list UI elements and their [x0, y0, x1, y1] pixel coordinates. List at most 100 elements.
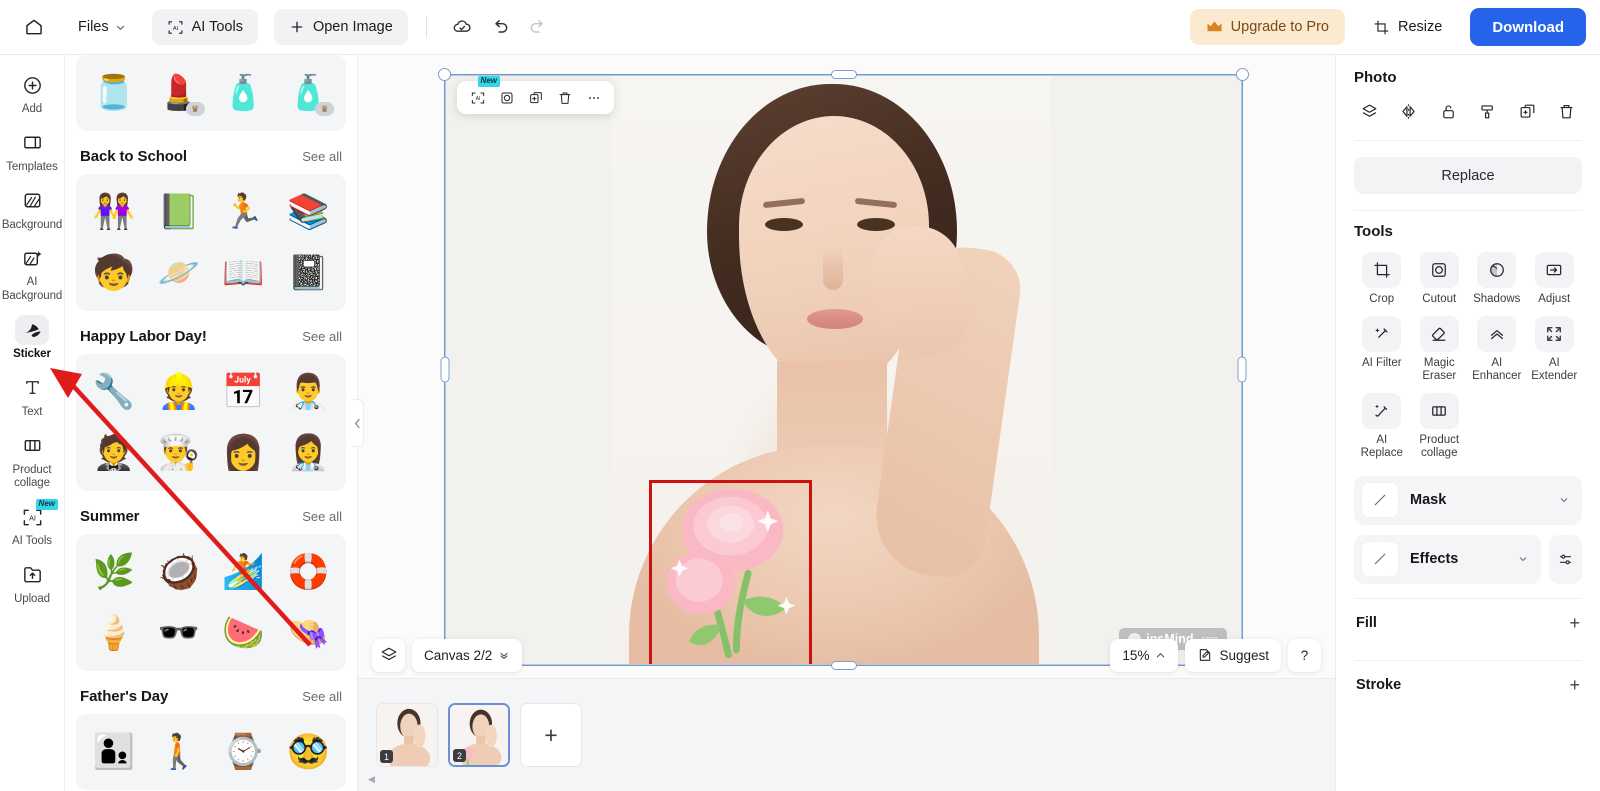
- see-all-link[interactable]: See all: [302, 149, 342, 164]
- replace-button[interactable]: Replace: [1354, 157, 1582, 194]
- see-all-link[interactable]: See all: [302, 509, 342, 524]
- sticker-item[interactable]: 🔧: [83, 363, 145, 421]
- open-image-button[interactable]: Open Image: [273, 9, 408, 45]
- effects-accordion[interactable]: Effects: [1354, 534, 1541, 584]
- tool-product-collage[interactable]: Product collage: [1412, 392, 1468, 466]
- sticker-item[interactable]: 🥥: [148, 543, 210, 601]
- rail-item-sticker[interactable]: Sticker: [2, 310, 62, 366]
- files-menu-button[interactable]: Files: [66, 10, 136, 44]
- sticker-item[interactable]: 🧴 ♛: [277, 64, 339, 122]
- zoom-control[interactable]: 15%: [1110, 638, 1179, 672]
- tool-crop[interactable]: Crop: [1354, 252, 1410, 312]
- rail-item-upload[interactable]: Upload: [2, 555, 62, 611]
- rose-sticker-highlight[interactable]: [649, 480, 812, 664]
- ai-tools-button[interactable]: AI AI Tools: [151, 9, 258, 45]
- sticker-item[interactable]: 🧴: [213, 64, 275, 122]
- sticker-category-title: Happy Labor Day!: [80, 328, 207, 345]
- download-button[interactable]: Download: [1470, 8, 1586, 46]
- sticker-glyph: 🛟: [286, 553, 330, 591]
- page-thumbnail[interactable]: 1: [376, 703, 438, 767]
- rail-item-text[interactable]: Text: [2, 368, 62, 424]
- sticker-item[interactable]: ⌚: [213, 723, 275, 781]
- duplicate-action-button[interactable]: [1512, 96, 1542, 126]
- fill-add-button[interactable]: +: [1569, 614, 1580, 632]
- sticker-item[interactable]: 👨‍⚕️: [277, 363, 339, 421]
- sticker-item[interactable]: 🍦: [83, 604, 145, 662]
- see-all-link[interactable]: See all: [302, 689, 342, 704]
- page-thumbnail[interactable]: 2: [448, 703, 510, 767]
- layers-action-button[interactable]: [1354, 96, 1384, 126]
- sticker-item[interactable]: 📅: [213, 363, 275, 421]
- canvas-page-selector[interactable]: Canvas 2/2: [412, 638, 523, 672]
- sticker-item[interactable]: 👨‍🍳: [148, 424, 210, 482]
- canvas-sheet[interactable]: insMind .com: [445, 75, 1242, 665]
- float-toolbar-more[interactable]: [580, 85, 607, 110]
- sticker-item[interactable]: 🧒: [83, 244, 145, 302]
- sticker-item[interactable]: 📚: [277, 183, 339, 241]
- sticker-item[interactable]: 🕶️: [148, 604, 210, 662]
- home-button[interactable]: [16, 9, 52, 45]
- resize-button[interactable]: Resize: [1359, 9, 1456, 45]
- stroke-add-button[interactable]: +: [1569, 676, 1580, 694]
- rail-item-ai-background[interactable]: AI Background: [2, 238, 62, 308]
- sticker-panel-scroll[interactable]: 🫙 💄 ♛ 🧴 🧴 ♛ Back to School See all 👭 📗 🏃 📚 🧒 🪐 📖 📓 Happy…: [65, 55, 357, 791]
- save-status-button[interactable]: [445, 10, 479, 44]
- sticker-item[interactable]: 🥸: [277, 723, 339, 781]
- tool-magic-eraser[interactable]: Magic Eraser: [1412, 315, 1468, 389]
- sticker-item[interactable]: 👭: [83, 183, 145, 241]
- mask-accordion[interactable]: Mask: [1354, 475, 1582, 525]
- sticker-item[interactable]: 📖: [213, 244, 275, 302]
- sticker-item[interactable]: 🏄: [213, 543, 275, 601]
- adjust-icon: [1546, 264, 1562, 276]
- sticker-item[interactable]: 📓: [277, 244, 339, 302]
- float-toolbar-duplicate[interactable]: [522, 85, 549, 110]
- sticker-item[interactable]: 🏃: [213, 183, 275, 241]
- sticker-item[interactable]: 👨‍👦: [83, 723, 145, 781]
- sticker-item[interactable]: 🤵: [83, 424, 145, 482]
- sticker-item[interactable]: 🫙: [83, 64, 145, 122]
- sticker-item[interactable]: 🍉: [213, 604, 275, 662]
- paint-action-button[interactable]: [1473, 96, 1503, 126]
- crown-icon: [1207, 21, 1222, 32]
- sticker-item[interactable]: 💄 ♛: [148, 64, 210, 122]
- flip-action-button[interactable]: [1394, 96, 1424, 126]
- rail-item-templates[interactable]: Templates: [2, 123, 62, 179]
- sticker-item[interactable]: 👩‍⚕️: [277, 424, 339, 482]
- float-toolbar-trash[interactable]: [551, 85, 578, 110]
- sticker-item[interactable]: 👷: [148, 363, 210, 421]
- panel-collapse-button[interactable]: [351, 399, 364, 447]
- tool-shadows[interactable]: Shadows: [1469, 252, 1525, 312]
- help-button[interactable]: ?: [1288, 638, 1321, 672]
- undo-button[interactable]: [483, 10, 517, 44]
- float-toolbar-ai-scan[interactable]: AI New: [464, 76, 500, 110]
- float-toolbar-cutout[interactable]: [493, 85, 520, 110]
- rail-item-product-collage[interactable]: Product collage: [2, 426, 62, 496]
- delete-action-button[interactable]: [1552, 96, 1582, 126]
- tool-adjust[interactable]: Adjust: [1527, 252, 1583, 312]
- sticker-item[interactable]: 👩: [213, 424, 275, 482]
- layers-button[interactable]: [372, 638, 405, 672]
- upgrade-to-pro-button[interactable]: Upgrade to Pro: [1189, 9, 1345, 45]
- effects-settings-button[interactable]: [1549, 534, 1582, 584]
- rail-item-ai-tools[interactable]: AI New AI Tools: [2, 497, 62, 553]
- tool-ai-replace[interactable]: AI Replace: [1354, 392, 1410, 466]
- sticker-item[interactable]: 🌿: [83, 543, 145, 601]
- sticker-item[interactable]: 🛟: [277, 543, 339, 601]
- rail-item-add[interactable]: Add: [2, 65, 62, 121]
- sticker-item[interactable]: 🪐: [148, 244, 210, 302]
- tool-ai-extender[interactable]: AI Extender: [1527, 315, 1583, 389]
- sticker-item[interactable]: 👒: [277, 604, 339, 662]
- tool-cutout[interactable]: Cutout: [1412, 252, 1468, 312]
- see-all-link[interactable]: See all: [302, 329, 342, 344]
- sticker-item[interactable]: 🚶: [148, 723, 210, 781]
- lock-action-button[interactable]: [1433, 96, 1463, 126]
- redo-button[interactable]: [521, 10, 555, 44]
- sticker-item[interactable]: 📗: [148, 183, 210, 241]
- tool-ai-enhancer[interactable]: AI Enhancer: [1469, 315, 1525, 389]
- rail-item-background[interactable]: Background: [2, 181, 62, 237]
- suggest-button[interactable]: Suggest: [1185, 638, 1281, 672]
- pages-scroll-left[interactable]: ◀: [368, 774, 375, 785]
- add-page-button[interactable]: +: [520, 703, 582, 767]
- canvas-area[interactable]: insMind .com AIN: [358, 55, 1335, 791]
- tool-ai-filter[interactable]: AI Filter: [1354, 315, 1410, 389]
